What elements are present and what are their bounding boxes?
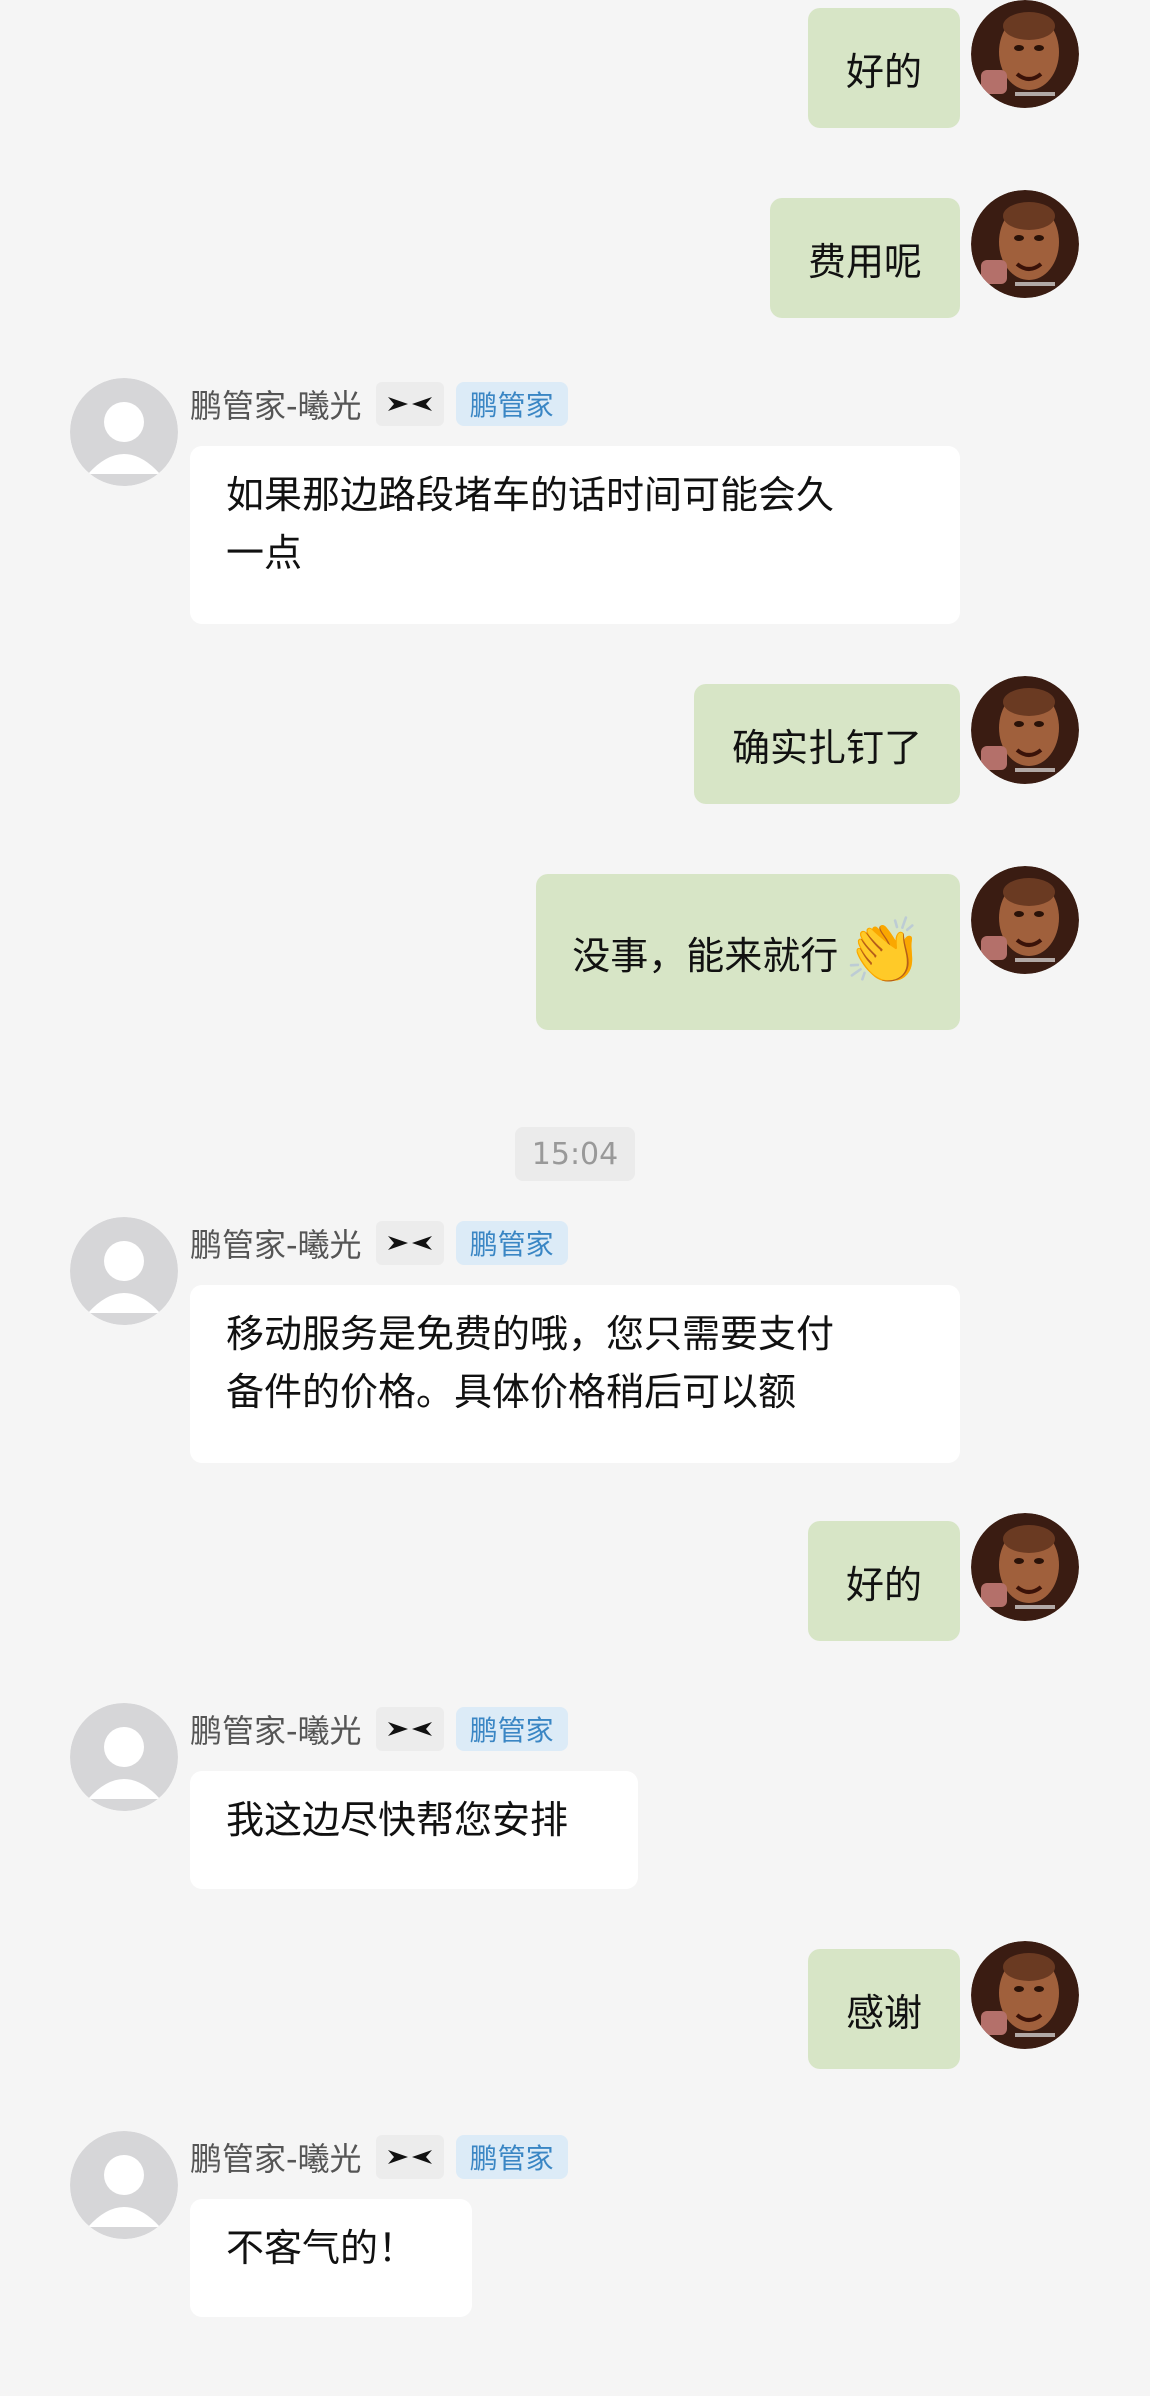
incoming-message: 鹏管家-曦光 鹏管家 如果那边路段堵车的话时间可能会久 一点 (0, 378, 1150, 624)
message-text-line: 不客气的！ (226, 2226, 417, 2270)
user-avatar[interactable] (971, 190, 1079, 298)
user-avatar-photo-icon (971, 190, 1079, 298)
user-avatar-photo-icon (971, 866, 1079, 974)
message-bubble[interactable]: 好的 (807, 8, 960, 128)
incoming-message: 鹏管家-曦光 鹏管家 不客气的！ (0, 2131, 1150, 2317)
default-avatar-icon (70, 1703, 178, 1811)
sender-info: 鹏管家-曦光 鹏管家 (190, 1219, 568, 1267)
user-avatar-photo-icon (971, 1941, 1079, 2049)
default-avatar-icon (70, 378, 178, 486)
message-bubble[interactable]: 费用呢 (769, 198, 960, 318)
sender-name: 鹏管家-曦光 (190, 1712, 362, 1750)
xpeng-logo-icon (375, 1707, 444, 1751)
agent-avatar[interactable] (70, 1217, 178, 1325)
sender-info: 鹏管家-曦光 鹏管家 (190, 380, 568, 428)
agent-avatar[interactable] (70, 2131, 178, 2239)
message-text-line: 一点 (226, 531, 303, 575)
message-text-line: 备件的价格。具体价格稍后可以额 (226, 1370, 797, 1414)
outgoing-message: 感谢 (0, 1941, 1150, 2069)
message-bubble[interactable]: 移动服务是免费的哦，您只需要支付 备件的价格。具体价格稍后可以额 (190, 1285, 960, 1463)
default-avatar-icon (70, 1217, 178, 1325)
incoming-message: 鹏管家-曦光 鹏管家 我这边尽快帮您安排 (0, 1703, 1150, 1889)
outgoing-message: 确实扎钉了 (0, 676, 1150, 804)
message-text: 好的 (845, 1562, 922, 1607)
message-bubble[interactable]: 确实扎钉了 (693, 684, 960, 804)
outgoing-message: 好的 (0, 0, 1150, 128)
message-text: 好的 (845, 49, 922, 94)
agent-avatar[interactable] (70, 378, 178, 486)
chat-area[interactable]: 好的 费用呢 鹏管家-曦光 鹏管家 如果那边路段堵车的话时间可能会久 一点 确实… (0, 0, 1150, 2396)
user-avatar[interactable] (971, 1941, 1079, 2049)
outgoing-message: 费用呢 (0, 190, 1150, 318)
message-bubble[interactable]: 我这边尽快帮您安排 (190, 1771, 638, 1889)
clapping-hands-icon: 👏 (844, 915, 924, 989)
sender-info: 鹏管家-曦光 鹏管家 (190, 1705, 568, 1753)
message-text: 费用呢 (807, 239, 922, 284)
sender-info: 鹏管家-曦光 鹏管家 (190, 2133, 568, 2181)
user-avatar[interactable] (971, 676, 1079, 784)
sender-name: 鹏管家-曦光 (190, 1226, 362, 1264)
message-bubble[interactable]: 如果那边路段堵车的话时间可能会久 一点 (190, 446, 960, 624)
message-text: 确实扎钉了 (731, 725, 922, 770)
message-text: 没事，能来就行 (572, 933, 839, 978)
xpeng-logo-icon (375, 1221, 444, 1265)
outgoing-message: 没事，能来就行 👏 (0, 866, 1150, 1036)
user-avatar[interactable] (971, 0, 1079, 108)
message-bubble[interactable]: 好的 (807, 1521, 960, 1641)
user-avatar-photo-icon (971, 1513, 1079, 1621)
sender-tag: 鹏管家 (455, 1221, 568, 1265)
sender-tag: 鹏管家 (455, 2135, 568, 2179)
xpeng-logo-icon (375, 2135, 444, 2179)
incoming-message: 鹏管家-曦光 鹏管家 移动服务是免费的哦，您只需要支付 备件的价格。具体价格稍后… (0, 1217, 1150, 1463)
message-bubble[interactable]: 没事，能来就行 👏 (536, 874, 960, 1030)
default-avatar-icon (70, 2131, 178, 2239)
sender-tag: 鹏管家 (455, 1707, 568, 1751)
timestamp: 15:04 (515, 1127, 635, 1181)
user-avatar-photo-icon (971, 0, 1079, 108)
message-text-line: 如果那边路段堵车的话时间可能会久 (226, 473, 835, 517)
sender-name: 鹏管家-曦光 (190, 387, 362, 425)
xpeng-logo-icon (375, 382, 444, 426)
agent-avatar[interactable] (70, 1703, 178, 1811)
sender-tag: 鹏管家 (455, 382, 568, 426)
message-text-line: 我这边尽快帮您安排 (226, 1798, 569, 1842)
message-text: 感谢 (845, 1990, 922, 2035)
message-text-line: 移动服务是免费的哦，您只需要支付 (226, 1312, 835, 1356)
message-bubble[interactable]: 不客气的！ (190, 2199, 472, 2317)
sender-name: 鹏管家-曦光 (190, 2140, 362, 2178)
outgoing-message: 好的 (0, 1513, 1150, 1641)
message-bubble[interactable]: 感谢 (807, 1949, 960, 2069)
user-avatar[interactable] (971, 866, 1079, 974)
user-avatar[interactable] (971, 1513, 1079, 1621)
user-avatar-photo-icon (971, 676, 1079, 784)
